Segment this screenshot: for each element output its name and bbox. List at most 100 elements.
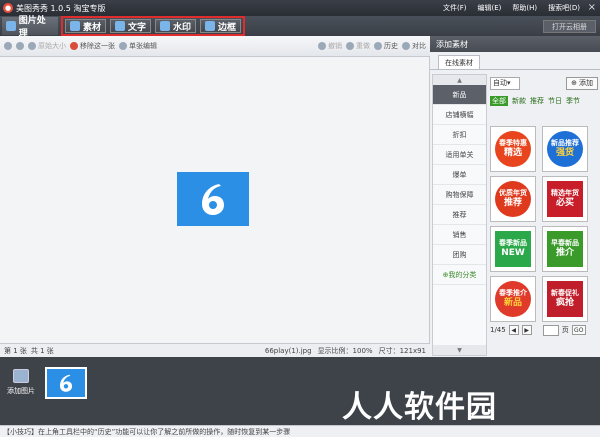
tab-image-process[interactable]: 图片处理 bbox=[2, 16, 58, 39]
pagination: 1/45 ◀ ▶ 页 GO bbox=[490, 323, 598, 337]
sticker-badge: 优质年货 推荐 bbox=[495, 181, 531, 217]
scroll-up-icon[interactable]: ▲ bbox=[433, 75, 486, 85]
original-size-button[interactable]: 原始大小 bbox=[28, 41, 66, 51]
close-icon[interactable]: × bbox=[588, 2, 596, 13]
sticker-text: 疯抢 bbox=[555, 297, 574, 308]
sticker-text: 精选 bbox=[503, 147, 522, 158]
category-item[interactable]: 新品 bbox=[433, 85, 486, 105]
strip-thumbnail[interactable] bbox=[45, 367, 87, 399]
sticker-thumb[interactable]: 新品推荐 强货 bbox=[542, 126, 588, 172]
category-item[interactable]: 购物保障 bbox=[433, 185, 486, 205]
sticker-thumb[interactable]: 春季新品 NEW bbox=[490, 226, 536, 272]
add-image-button[interactable]: 添加图片 bbox=[2, 369, 40, 407]
site-watermark: 人人软件园 bbox=[342, 390, 497, 425]
sticker-text: 新品推荐 bbox=[551, 139, 579, 148]
tab-material[interactable]: 素材 bbox=[65, 19, 107, 33]
custom-category-label: 我的分类 bbox=[448, 270, 477, 279]
app-six-logo-icon bbox=[59, 374, 73, 392]
sticker-text: 春季特惠 bbox=[499, 139, 527, 148]
app-title: 美图秀秀 1.0.5 淘宝专版 bbox=[16, 3, 106, 13]
tab-text[interactable]: 文字 bbox=[110, 19, 152, 33]
go-button[interactable]: GO bbox=[571, 325, 586, 335]
border-icon bbox=[205, 21, 216, 31]
redo-icon bbox=[346, 42, 354, 50]
title-bar: ● 美图秀秀 1.0.5 淘宝专版 文件(F) 编辑(E) 帮助(H) 搜索吧(… bbox=[0, 0, 600, 16]
status-size: 尺寸：121x91 bbox=[378, 346, 426, 355]
history-button[interactable]: 历史 bbox=[374, 41, 398, 51]
sticker-text: 推介 bbox=[555, 247, 574, 258]
history-icon bbox=[374, 42, 382, 50]
tab-label: 水印 bbox=[173, 22, 192, 33]
filter-season[interactable]: 季节 bbox=[566, 96, 580, 106]
sticker-text: 优质年货 bbox=[499, 189, 527, 198]
tab-online-material[interactable]: 在线素材 bbox=[438, 55, 480, 69]
filter-new[interactable]: 新款 bbox=[512, 96, 526, 106]
sticker-text: NEW bbox=[501, 247, 525, 258]
category-item[interactable]: 销售 bbox=[433, 225, 486, 245]
undo-button[interactable]: 撤销 bbox=[318, 41, 342, 51]
sticker-text: 必买 bbox=[555, 197, 574, 208]
sticker-badge: 春季推介 新品 bbox=[495, 281, 531, 317]
filter-all[interactable]: 全部 bbox=[490, 96, 508, 106]
sticker-text: 早春新品 bbox=[551, 239, 579, 248]
compare-button[interactable]: 对比 bbox=[402, 41, 426, 51]
category-item[interactable]: 推荐 bbox=[433, 205, 486, 225]
panel-tabs: 在线素材 bbox=[430, 52, 600, 70]
zoom-out-button[interactable] bbox=[16, 42, 24, 50]
tab-border[interactable]: 边框 bbox=[200, 19, 242, 33]
category-item[interactable]: 折扣 bbox=[433, 125, 486, 145]
tab-watermark[interactable]: 水印 bbox=[155, 19, 197, 33]
sticker-text: 新春促礼 bbox=[551, 289, 579, 298]
image-strip bbox=[0, 357, 600, 425]
plus-icon: ⊕ bbox=[571, 79, 577, 87]
sticker-text: 春季推介 bbox=[499, 289, 527, 298]
tab-bar: 图片处理 素材 文字 水印 边框 bbox=[0, 16, 600, 39]
filter-links: 全部 新款 推荐 节日 季节 bbox=[490, 96, 598, 106]
status-index: 第 1 张 bbox=[4, 346, 27, 355]
add-button-label: 添加 bbox=[579, 79, 593, 87]
page-suffix: 页 bbox=[561, 326, 569, 334]
menu-help[interactable]: 帮助(H) bbox=[512, 3, 537, 13]
scroll-down-icon[interactable]: ▼ bbox=[433, 345, 486, 355]
image-icon bbox=[6, 21, 16, 31]
menu-edit[interactable]: 编辑(E) bbox=[478, 3, 502, 13]
remove-image-button[interactable]: 移除这一张 bbox=[70, 41, 115, 51]
redo-button[interactable]: 重做 bbox=[346, 41, 370, 51]
category-item[interactable]: 店铺横幅 bbox=[433, 105, 486, 125]
category-item[interactable]: 适用单关 bbox=[433, 145, 486, 165]
open-cloud-album-button[interactable]: 打开云相册 bbox=[543, 20, 596, 33]
single-edit-button[interactable]: 单张编辑 bbox=[119, 41, 157, 51]
undo-icon bbox=[318, 42, 326, 50]
sort-select-value: 自动 bbox=[493, 79, 507, 87]
sort-select[interactable]: 自动 ▾ bbox=[490, 76, 520, 90]
custom-category-item[interactable]: ⊕ 我的分类 bbox=[433, 265, 486, 285]
filter-holiday[interactable]: 节日 bbox=[548, 96, 562, 106]
sticker-thumb[interactable]: 春季推介 新品 bbox=[490, 276, 536, 322]
toolbar-label: 重做 bbox=[356, 42, 370, 50]
zoom-in-button[interactable] bbox=[4, 42, 12, 50]
menu-search[interactable]: 搜索吧(D) bbox=[548, 3, 580, 13]
toolbar-label: 对比 bbox=[412, 42, 426, 50]
tab-label: 文字 bbox=[128, 22, 147, 33]
tab-label: 边框 bbox=[218, 22, 237, 33]
sticker-thumb[interactable]: 早春新品 推介 bbox=[542, 226, 588, 272]
category-item[interactable]: 团购 bbox=[433, 245, 486, 265]
app-logo-icon: ● bbox=[3, 3, 13, 13]
next-page-button[interactable]: ▶ bbox=[521, 325, 532, 335]
sticker-thumb[interactable]: 春季特惠 精选 bbox=[490, 126, 536, 172]
sticker-thumb[interactable]: 精选年货 必买 bbox=[542, 176, 588, 222]
app-six-logo-icon bbox=[202, 184, 224, 215]
filter-recommend[interactable]: 推荐 bbox=[530, 96, 544, 106]
add-material-button[interactable]: ⊕ 添加 bbox=[566, 76, 598, 90]
add-image-icon bbox=[13, 369, 29, 383]
canvas-image[interactable] bbox=[177, 172, 249, 226]
material-panel: 添加素材 在线素材 ▲ 新品 店铺横幅 折扣 适用单关 爆单 购物保障 推荐 销… bbox=[430, 36, 600, 357]
category-item[interactable]: 爆单 bbox=[433, 165, 486, 185]
page-input[interactable] bbox=[542, 324, 559, 336]
sticker-thumb[interactable]: 新春促礼 疯抢 bbox=[542, 276, 588, 322]
prev-page-button[interactable]: ◀ bbox=[508, 325, 519, 335]
sticker-thumb[interactable]: 优质年货 推荐 bbox=[490, 176, 536, 222]
panel-title: 添加素材 bbox=[430, 36, 600, 52]
menu-file[interactable]: 文件(F) bbox=[443, 3, 467, 13]
chevron-down-icon: ▾ bbox=[507, 79, 511, 87]
